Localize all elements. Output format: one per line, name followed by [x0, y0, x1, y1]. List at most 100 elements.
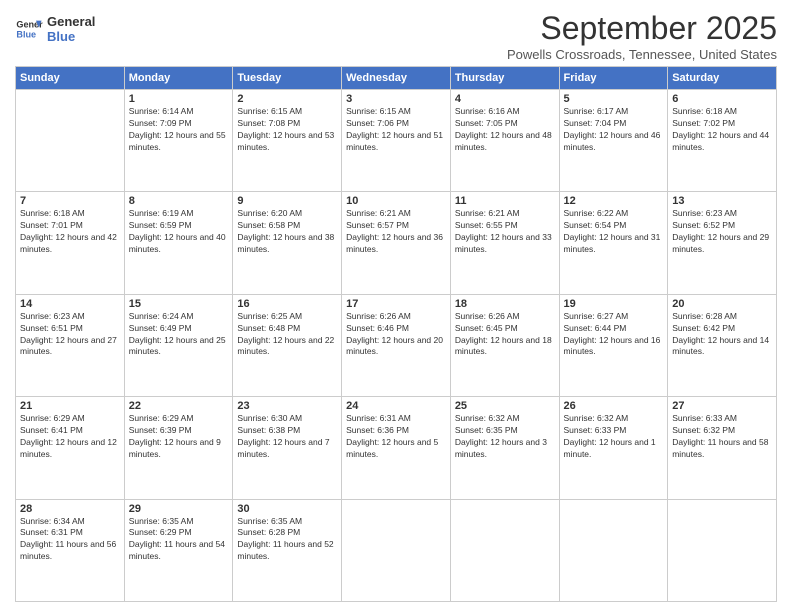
calendar-week-row: 28Sunrise: 6:34 AMSunset: 6:31 PMDayligh… [16, 499, 777, 601]
day-number: 21 [20, 400, 120, 412]
sunset-text: Sunset: 6:51 PM [20, 323, 83, 333]
sunset-text: Sunset: 7:08 PM [237, 118, 300, 128]
subtitle: Powells Crossroads, Tennessee, United St… [507, 47, 777, 62]
sunrise-text: Sunrise: 6:29 AM [129, 413, 194, 423]
day-number: 12 [564, 195, 664, 207]
svg-text:Blue: Blue [16, 29, 36, 39]
sunrise-text: Sunrise: 6:26 AM [346, 311, 411, 321]
table-row [342, 499, 451, 601]
sunset-text: Sunset: 6:42 PM [672, 323, 735, 333]
day-info: Sunrise: 6:30 AMSunset: 6:38 PMDaylight:… [237, 413, 337, 461]
sunset-text: Sunset: 7:04 PM [564, 118, 627, 128]
sunset-text: Sunset: 6:58 PM [237, 220, 300, 230]
sunrise-text: Sunrise: 6:32 AM [455, 413, 520, 423]
table-row: 1Sunrise: 6:14 AMSunset: 7:09 PMDaylight… [124, 90, 233, 192]
sunset-text: Sunset: 6:49 PM [129, 323, 192, 333]
day-number: 2 [237, 93, 337, 105]
calendar-table: Sunday Monday Tuesday Wednesday Thursday… [15, 66, 777, 602]
daylight-text: Daylight: 12 hours and 27 minutes. [20, 335, 117, 357]
daylight-text: Daylight: 12 hours and 53 minutes. [237, 130, 334, 152]
sunrise-text: Sunrise: 6:35 AM [237, 516, 302, 526]
day-number: 26 [564, 400, 664, 412]
table-row: 23Sunrise: 6:30 AMSunset: 6:38 PMDayligh… [233, 397, 342, 499]
sunrise-text: Sunrise: 6:21 AM [346, 208, 411, 218]
table-row: 9Sunrise: 6:20 AMSunset: 6:58 PMDaylight… [233, 192, 342, 294]
calendar-week-row: 21Sunrise: 6:29 AMSunset: 6:41 PMDayligh… [16, 397, 777, 499]
calendar-week-row: 1Sunrise: 6:14 AMSunset: 7:09 PMDaylight… [16, 90, 777, 192]
day-number: 16 [237, 298, 337, 310]
daylight-text: Daylight: 12 hours and 25 minutes. [129, 335, 226, 357]
table-row: 3Sunrise: 6:15 AMSunset: 7:06 PMDaylight… [342, 90, 451, 192]
day-number: 20 [672, 298, 772, 310]
day-number: 14 [20, 298, 120, 310]
table-row: 12Sunrise: 6:22 AMSunset: 6:54 PMDayligh… [559, 192, 668, 294]
day-info: Sunrise: 6:23 AMSunset: 6:52 PMDaylight:… [672, 208, 772, 256]
table-row: 16Sunrise: 6:25 AMSunset: 6:48 PMDayligh… [233, 294, 342, 396]
daylight-text: Daylight: 12 hours and 33 minutes. [455, 232, 552, 254]
sunset-text: Sunset: 6:39 PM [129, 425, 192, 435]
sunrise-text: Sunrise: 6:20 AM [237, 208, 302, 218]
header-thursday: Thursday [450, 67, 559, 90]
daylight-text: Daylight: 11 hours and 52 minutes. [237, 539, 333, 561]
logo-icon: General Blue [15, 15, 43, 43]
sunrise-text: Sunrise: 6:18 AM [20, 208, 85, 218]
daylight-text: Daylight: 12 hours and 20 minutes. [346, 335, 443, 357]
day-number: 27 [672, 400, 772, 412]
table-row: 24Sunrise: 6:31 AMSunset: 6:36 PMDayligh… [342, 397, 451, 499]
day-info: Sunrise: 6:32 AMSunset: 6:33 PMDaylight:… [564, 413, 664, 461]
table-row: 10Sunrise: 6:21 AMSunset: 6:57 PMDayligh… [342, 192, 451, 294]
daylight-text: Daylight: 12 hours and 29 minutes. [672, 232, 769, 254]
calendar-week-row: 7Sunrise: 6:18 AMSunset: 7:01 PMDaylight… [16, 192, 777, 294]
table-row: 22Sunrise: 6:29 AMSunset: 6:39 PMDayligh… [124, 397, 233, 499]
daylight-text: Daylight: 12 hours and 9 minutes. [129, 437, 221, 459]
sunrise-text: Sunrise: 6:33 AM [672, 413, 737, 423]
day-info: Sunrise: 6:23 AMSunset: 6:51 PMDaylight:… [20, 311, 120, 359]
table-row: 19Sunrise: 6:27 AMSunset: 6:44 PMDayligh… [559, 294, 668, 396]
sunset-text: Sunset: 6:54 PM [564, 220, 627, 230]
logo-text-line2: Blue [47, 29, 95, 44]
daylight-text: Daylight: 12 hours and 22 minutes. [237, 335, 334, 357]
sunset-text: Sunset: 7:05 PM [455, 118, 518, 128]
sunset-text: Sunset: 7:02 PM [672, 118, 735, 128]
table-row: 29Sunrise: 6:35 AMSunset: 6:29 PMDayligh… [124, 499, 233, 601]
sunset-text: Sunset: 7:09 PM [129, 118, 192, 128]
sunrise-text: Sunrise: 6:24 AM [129, 311, 194, 321]
sunset-text: Sunset: 6:59 PM [129, 220, 192, 230]
sunset-text: Sunset: 6:45 PM [455, 323, 518, 333]
table-row [16, 90, 125, 192]
day-info: Sunrise: 6:20 AMSunset: 6:58 PMDaylight:… [237, 208, 337, 256]
sunrise-text: Sunrise: 6:15 AM [346, 106, 411, 116]
sunrise-text: Sunrise: 6:18 AM [672, 106, 737, 116]
title-section: September 2025 Powells Crossroads, Tenne… [507, 10, 777, 62]
main-title: September 2025 [507, 10, 777, 47]
sunset-text: Sunset: 6:35 PM [455, 425, 518, 435]
day-number: 23 [237, 400, 337, 412]
table-row: 11Sunrise: 6:21 AMSunset: 6:55 PMDayligh… [450, 192, 559, 294]
sunrise-text: Sunrise: 6:27 AM [564, 311, 629, 321]
sunrise-text: Sunrise: 6:35 AM [129, 516, 194, 526]
table-row [450, 499, 559, 601]
header-monday: Monday [124, 67, 233, 90]
header-tuesday: Tuesday [233, 67, 342, 90]
day-number: 7 [20, 195, 120, 207]
daylight-text: Daylight: 12 hours and 51 minutes. [346, 130, 443, 152]
day-info: Sunrise: 6:35 AMSunset: 6:29 PMDaylight:… [129, 516, 229, 564]
day-info: Sunrise: 6:26 AMSunset: 6:46 PMDaylight:… [346, 311, 446, 359]
table-row: 21Sunrise: 6:29 AMSunset: 6:41 PMDayligh… [16, 397, 125, 499]
day-number: 30 [237, 503, 337, 515]
daylight-text: Daylight: 12 hours and 31 minutes. [564, 232, 661, 254]
sunset-text: Sunset: 6:33 PM [564, 425, 627, 435]
table-row [559, 499, 668, 601]
day-info: Sunrise: 6:15 AM Sunset: 7:08 PM Daylight:… [237, 106, 337, 154]
day-info: Sunrise: 6:22 AMSunset: 6:54 PMDaylight:… [564, 208, 664, 256]
day-number: 5 [564, 93, 664, 105]
day-info: Sunrise: 6:16 AMSunset: 7:05 PMDaylight:… [455, 106, 555, 154]
daylight-text: Daylight: 12 hours and 40 minutes. [129, 232, 226, 254]
day-info: Sunrise: 6:14 AMSunset: 7:09 PMDaylight:… [129, 106, 229, 154]
sunrise-text: Sunrise: 6:15 AM [237, 106, 302, 116]
sunset-text: Sunset: 6:32 PM [672, 425, 735, 435]
table-row: 15Sunrise: 6:24 AMSunset: 6:49 PMDayligh… [124, 294, 233, 396]
sunset-text: Sunset: 6:57 PM [346, 220, 409, 230]
sunset-text: Sunset: 6:31 PM [20, 527, 83, 537]
day-number: 6 [672, 93, 772, 105]
